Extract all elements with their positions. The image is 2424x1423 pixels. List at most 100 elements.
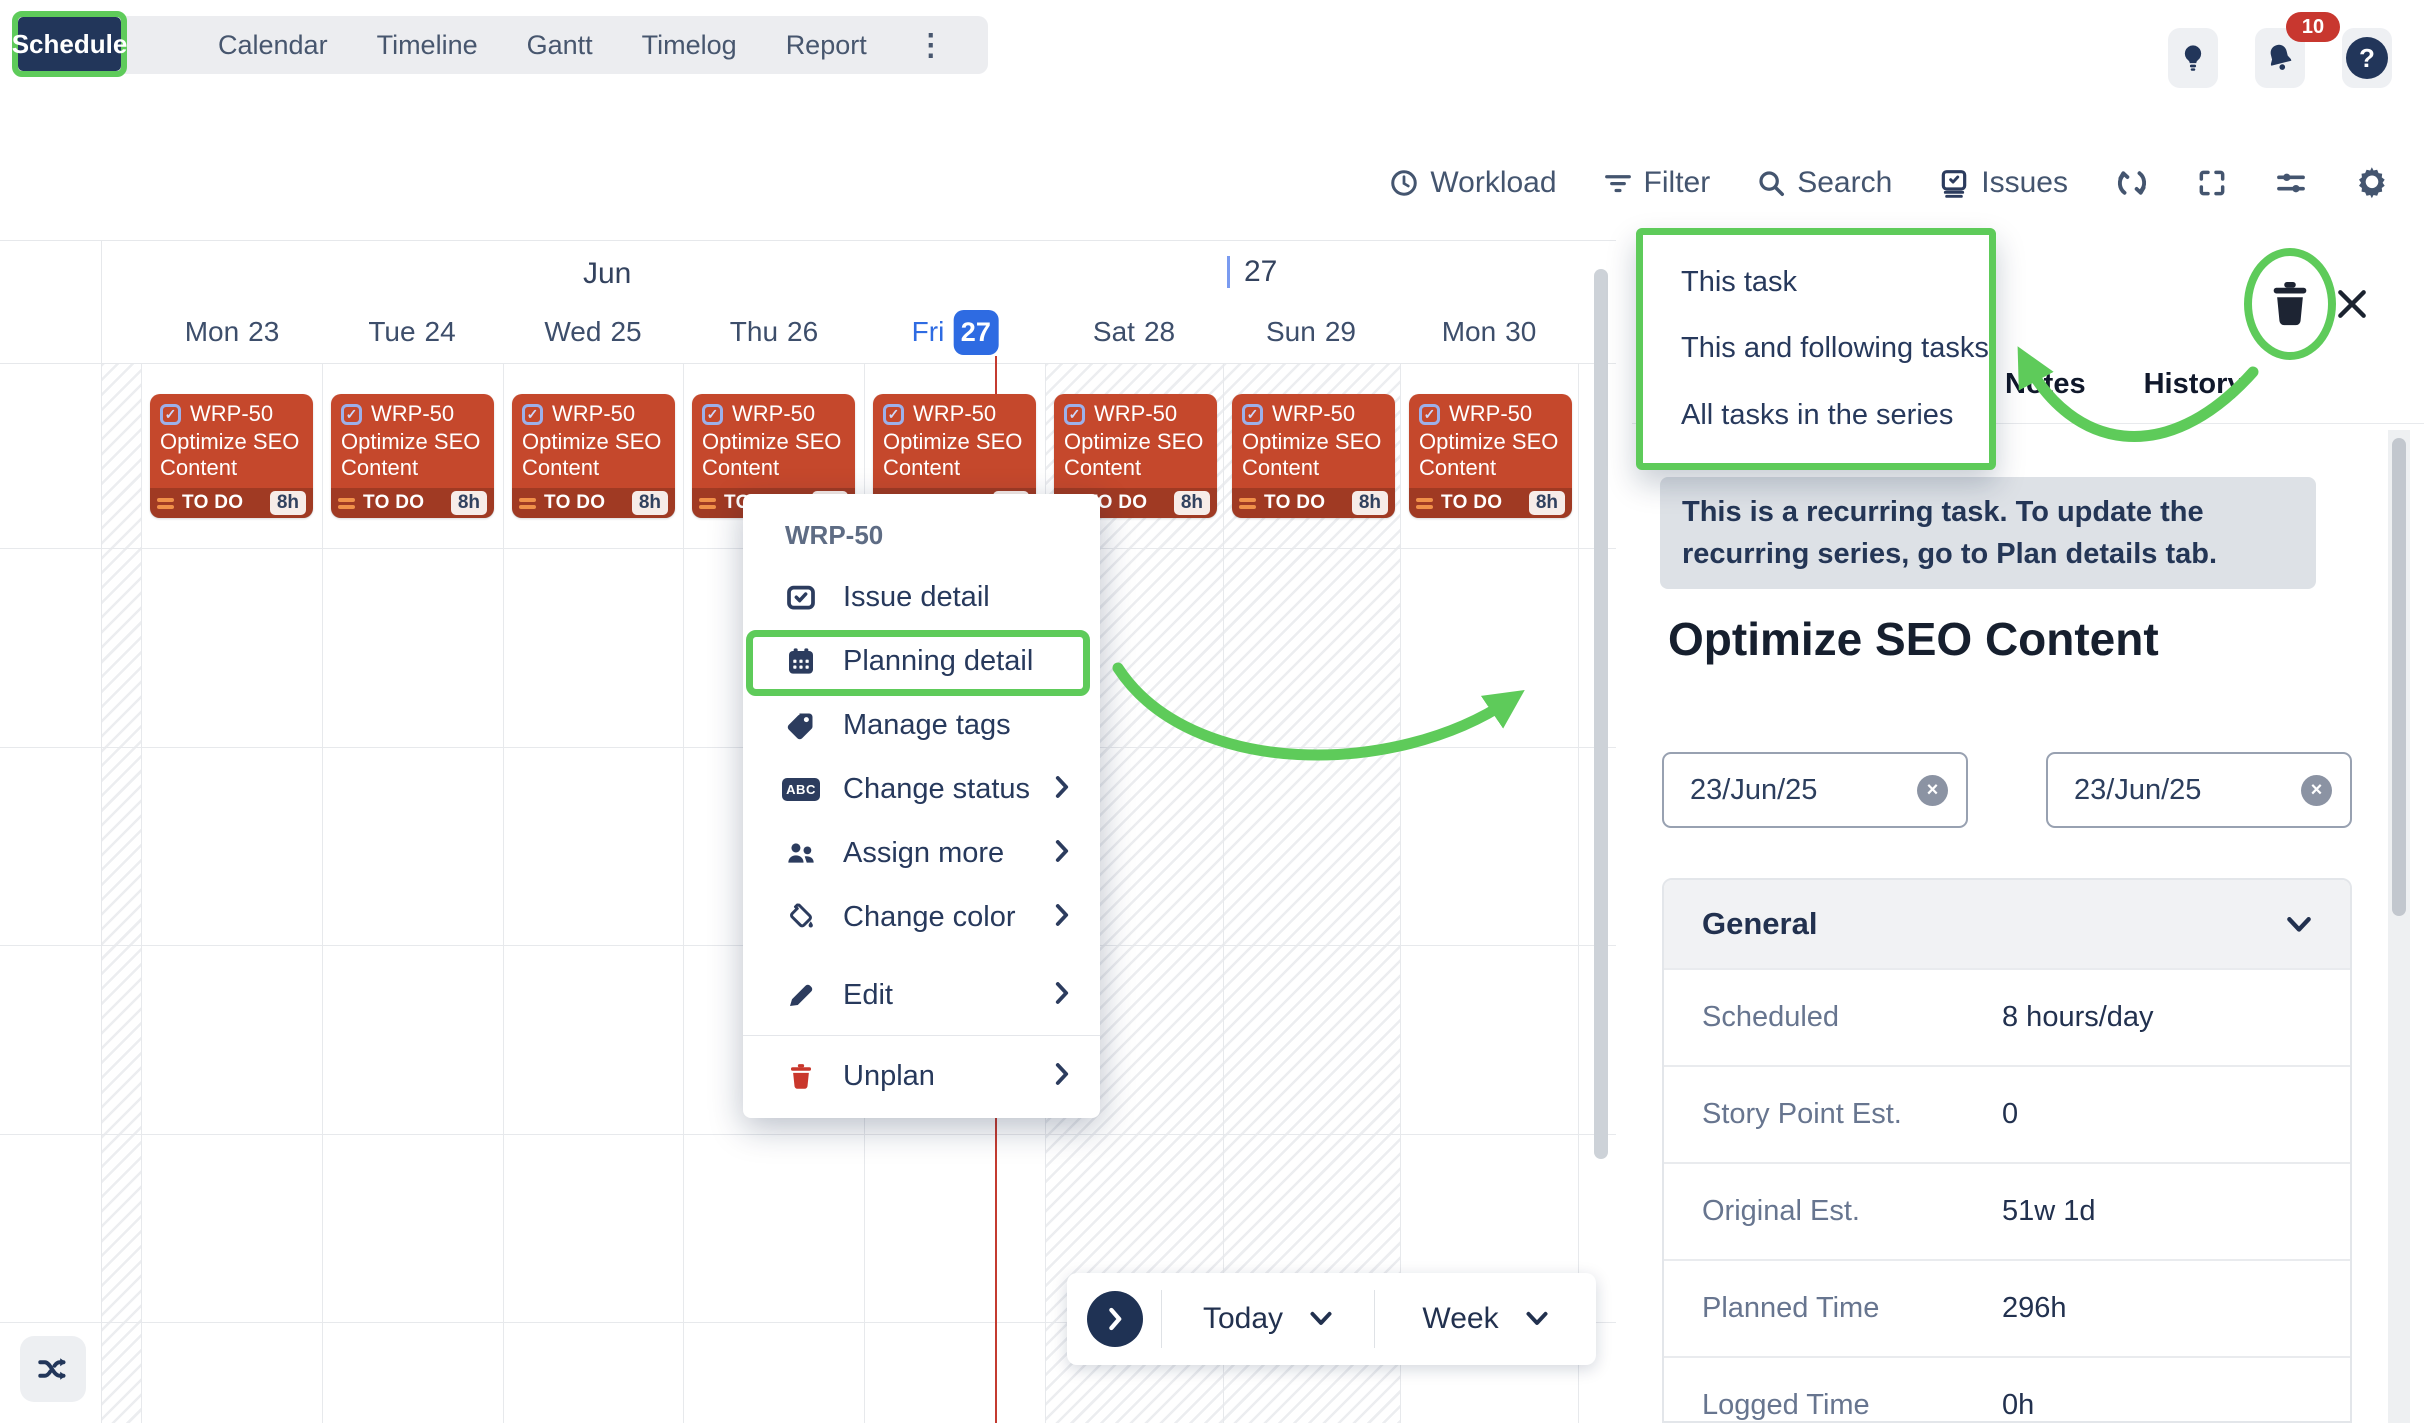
nonworking-strip [101,364,141,1423]
panel-scrollbar-thumb[interactable] [2392,438,2406,916]
today-label: Today [1203,1302,1283,1336]
task-hours-badge: 8h [270,491,306,515]
task-hours-badge: 8h [1352,491,1388,515]
task-title: Optimize SEO Content [702,429,845,482]
task-hours-badge: 8h [451,491,487,515]
menu-item-change-status[interactable]: ABC Change status [743,757,1100,821]
issues-icon [1938,167,1970,199]
task-status: TO DO [1264,492,1325,514]
task-card[interactable]: ✓WRP-50Optimize SEO ContentTO DO8h [1232,394,1395,518]
pencil-icon [783,980,819,1010]
general-section: General Scheduled8 hours/day Story Point… [1662,878,2352,1423]
menu-item-change-color[interactable]: Change color [743,885,1100,949]
delete-task-icon[interactable] [2267,278,2313,330]
day-header-sun29: Sun29 [1266,301,1356,363]
grid-line [0,1134,1616,1135]
task-card[interactable]: ✓WRP-50Optimize SEO ContentTO DO8h [331,394,494,518]
issue-detail-icon [783,581,819,613]
panel-tabs: Notes History [2005,368,2244,401]
workload-button[interactable]: Workload [1389,166,1556,200]
start-date-field[interactable]: 23/Jun/25 × [1662,752,1968,828]
board-settings-button[interactable] [2274,166,2308,200]
menu-item-edit[interactable]: Edit [743,963,1100,1027]
clear-start-date-icon[interactable]: × [1917,775,1948,806]
nav-item-timeline[interactable]: Timeline [377,30,478,61]
priority-icon [699,498,716,509]
calendar-scrollbar[interactable] [1594,269,1608,1159]
tab-notes[interactable]: Notes [2005,368,2086,401]
fullscreen-button[interactable] [2196,167,2228,199]
task-title: Optimize SEO Content [522,429,665,482]
menu-item-label: Change status [843,773,1030,806]
search-button[interactable]: Search [1756,166,1892,200]
task-hours-badge: 8h [1174,491,1210,515]
detail-row-logged-time: Logged Time0h [1664,1356,2350,1423]
menu-item-assign-more[interactable]: Assign more [743,821,1100,885]
priority-icon [338,498,355,509]
clear-end-date-icon[interactable]: × [2301,775,2332,806]
grid-line [683,364,684,1423]
task-key: WRP-50 [1094,401,1177,427]
task-key: WRP-50 [190,401,273,427]
detail-row-scheduled: Scheduled8 hours/day [1664,968,2350,1065]
tab-history[interactable]: History [2144,368,2244,401]
navigation-controls: Today Week [1067,1273,1596,1365]
issues-button[interactable]: Issues [1938,166,2068,200]
menu-item-issue-detail[interactable]: Issue detail [743,565,1100,629]
help-button[interactable]: ? [2342,28,2392,88]
menu-item-manage-tags[interactable]: Manage tags [743,693,1100,757]
option-all-tasks-series[interactable]: All tasks in the series [1643,399,1989,432]
task-key: WRP-50 [1272,401,1355,427]
close-panel-button[interactable] [2332,284,2372,329]
nav-item-gantt[interactable]: Gantt [527,30,593,61]
recurring-scope-dropdown: This task This and following tasks All t… [1636,228,1996,470]
day-header-thu26: Thu26 [730,301,818,363]
paint-bucket-icon [783,902,819,932]
task-type-icon: ✓ [1064,404,1085,425]
zoom-range-selector[interactable]: Week [1375,1302,1596,1336]
task-key: WRP-50 [1449,401,1532,427]
option-this-task[interactable]: This task [1643,266,1989,299]
task-title: Optimize SEO Content [1419,429,1562,482]
sync-icon [2114,165,2150,201]
option-this-and-following[interactable]: This and following tasks [1643,332,1989,365]
shuffle-icon [35,1351,71,1387]
context-menu-header: WRP-50 [743,494,1100,565]
nav-item-timelog[interactable]: Timelog [642,30,737,61]
menu-item-label: Issue detail [843,581,990,614]
task-status: TO DO [363,492,424,514]
next-period-button[interactable] [1087,1291,1143,1347]
calendar-icon [783,645,819,677]
task-title: Optimize SEO Content [160,429,303,482]
task-status: TO DO [182,492,243,514]
grid-line [322,364,323,1423]
nav-item-calendar[interactable]: Calendar [218,30,328,61]
task-card[interactable]: ✓WRP-50Optimize SEO ContentTO DO8h [150,394,313,518]
hint-button[interactable] [2168,28,2218,88]
chevron-right-icon [1054,981,1070,1010]
general-section-header[interactable]: General [1664,880,2350,968]
task-card[interactable]: ✓WRP-50Optimize SEO ContentTO DO8h [512,394,675,518]
nav-item-report[interactable]: Report [786,30,867,61]
recurring-task-info: This is a recurring task. To update the … [1660,477,2316,589]
menu-item-label: Assign more [843,837,1004,870]
menu-item-unplan[interactable]: Unplan [743,1044,1100,1108]
fullscreen-icon [2196,167,2228,199]
task-hours-badge: 8h [1529,491,1565,515]
view-toolbar: Workload Filter Search Issues [1389,152,2390,214]
sync-button[interactable] [2114,165,2150,201]
chevron-down-icon [2286,906,2312,942]
row-label: Scheduled [1702,1001,2002,1034]
abc-status-icon: ABC [783,778,819,801]
auto-plan-button[interactable] [20,1336,86,1402]
grid-line [503,364,504,1423]
nav-overflow-icon[interactable]: ⋮ [916,28,947,63]
filter-button[interactable]: Filter [1603,166,1711,200]
menu-item-planning-detail[interactable]: Planning detail [743,629,1100,693]
end-date-field[interactable]: 23/Jun/25 × [2046,752,2352,828]
workload-label: Workload [1430,166,1556,200]
task-card[interactable]: ✓WRP-50Optimize SEO ContentTO DO8h [1409,394,1572,518]
nav-item-schedule-active[interactable]: Schedule [18,17,121,71]
today-button[interactable]: Today [1162,1302,1374,1336]
settings-button[interactable] [2354,165,2390,201]
